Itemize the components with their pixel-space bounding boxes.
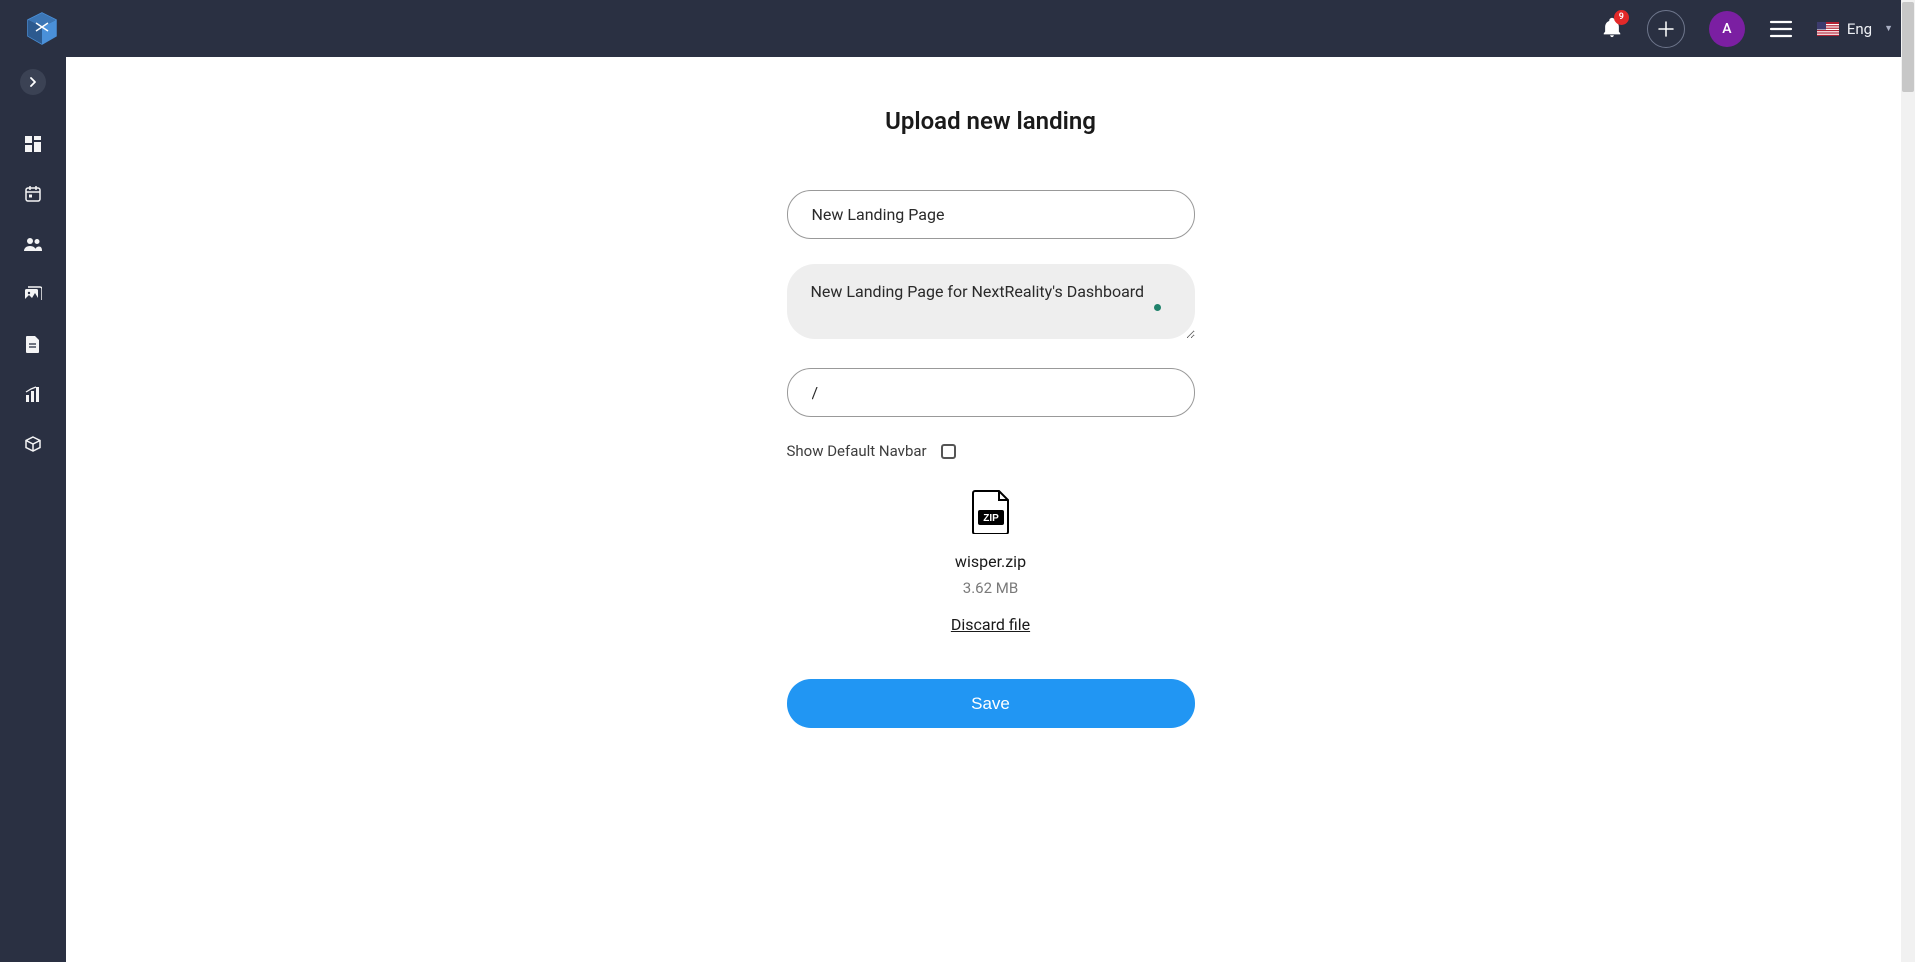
sidebar-item-dashboard[interactable]	[0, 119, 66, 169]
discard-file-link[interactable]: Discard file	[951, 615, 1030, 634]
chevron-down-icon: ▼	[1884, 23, 1893, 34]
user-avatar[interactable]: A	[1709, 11, 1745, 47]
main-content: Upload new landing Show Default Navbar Z	[66, 57, 1915, 962]
scrollbar-track[interactable]	[1901, 0, 1915, 962]
uploaded-file-block: ZIP wisper.zip 3.62 MB Discard file	[787, 490, 1195, 634]
navbar-checkbox-label: Show Default Navbar	[787, 442, 927, 460]
scrollbar-thumb[interactable]	[1902, 2, 1914, 92]
header-controls: 9 A	[1601, 10, 1893, 48]
image-stack-icon	[25, 286, 42, 303]
sidebar-item-users[interactable]	[0, 219, 66, 269]
typing-indicator-dot	[1154, 304, 1161, 311]
calendar-icon	[25, 186, 41, 202]
box-icon	[25, 436, 41, 452]
file-size: 3.62 MB	[963, 579, 1018, 597]
sidebar-item-analytics[interactable]	[0, 369, 66, 419]
bar-chart-icon	[25, 386, 41, 402]
sidebar-item-calendar[interactable]	[0, 169, 66, 219]
svg-text:ZIP: ZIP	[983, 513, 999, 524]
navbar-checkbox[interactable]	[941, 444, 956, 459]
sidebar-item-documents[interactable]	[0, 319, 66, 369]
app-header: 9 A	[0, 0, 1915, 57]
users-icon	[24, 237, 42, 251]
document-icon	[26, 336, 40, 353]
main-menu-button[interactable]	[1769, 19, 1793, 39]
chevron-right-icon	[29, 77, 37, 87]
body-container: Upload new landing Show Default Navbar Z	[0, 57, 1915, 962]
flag-us-icon	[1817, 22, 1839, 36]
landing-path-input[interactable]	[787, 368, 1195, 417]
sidebar-item-media[interactable]	[0, 269, 66, 319]
landing-name-input[interactable]	[787, 190, 1195, 239]
sidebar-expand-button[interactable]	[20, 69, 46, 95]
save-button[interactable]: Save	[787, 679, 1195, 728]
language-selector[interactable]: Eng ▼	[1817, 20, 1893, 38]
sidebar-item-packages[interactable]	[0, 419, 66, 469]
dashboard-icon	[25, 136, 41, 152]
notif-badge: 9	[1614, 10, 1629, 25]
hamburger-icon	[1769, 19, 1793, 39]
zip-file-icon: ZIP	[972, 490, 1010, 538]
plus-icon	[1658, 21, 1674, 37]
cube-logo-icon	[22, 9, 62, 49]
app-logo[interactable]	[22, 9, 62, 49]
sidebar	[0, 57, 66, 962]
file-name: wisper.zip	[955, 552, 1026, 571]
language-label: Eng	[1847, 20, 1872, 38]
add-button[interactable]	[1647, 10, 1685, 48]
notifications-button[interactable]: 9	[1601, 15, 1623, 43]
page-title: Upload new landing	[787, 107, 1195, 135]
upload-form: Upload new landing Show Default Navbar Z	[787, 107, 1195, 728]
landing-description-textarea[interactable]	[787, 264, 1195, 339]
avatar-letter: A	[1722, 21, 1731, 37]
